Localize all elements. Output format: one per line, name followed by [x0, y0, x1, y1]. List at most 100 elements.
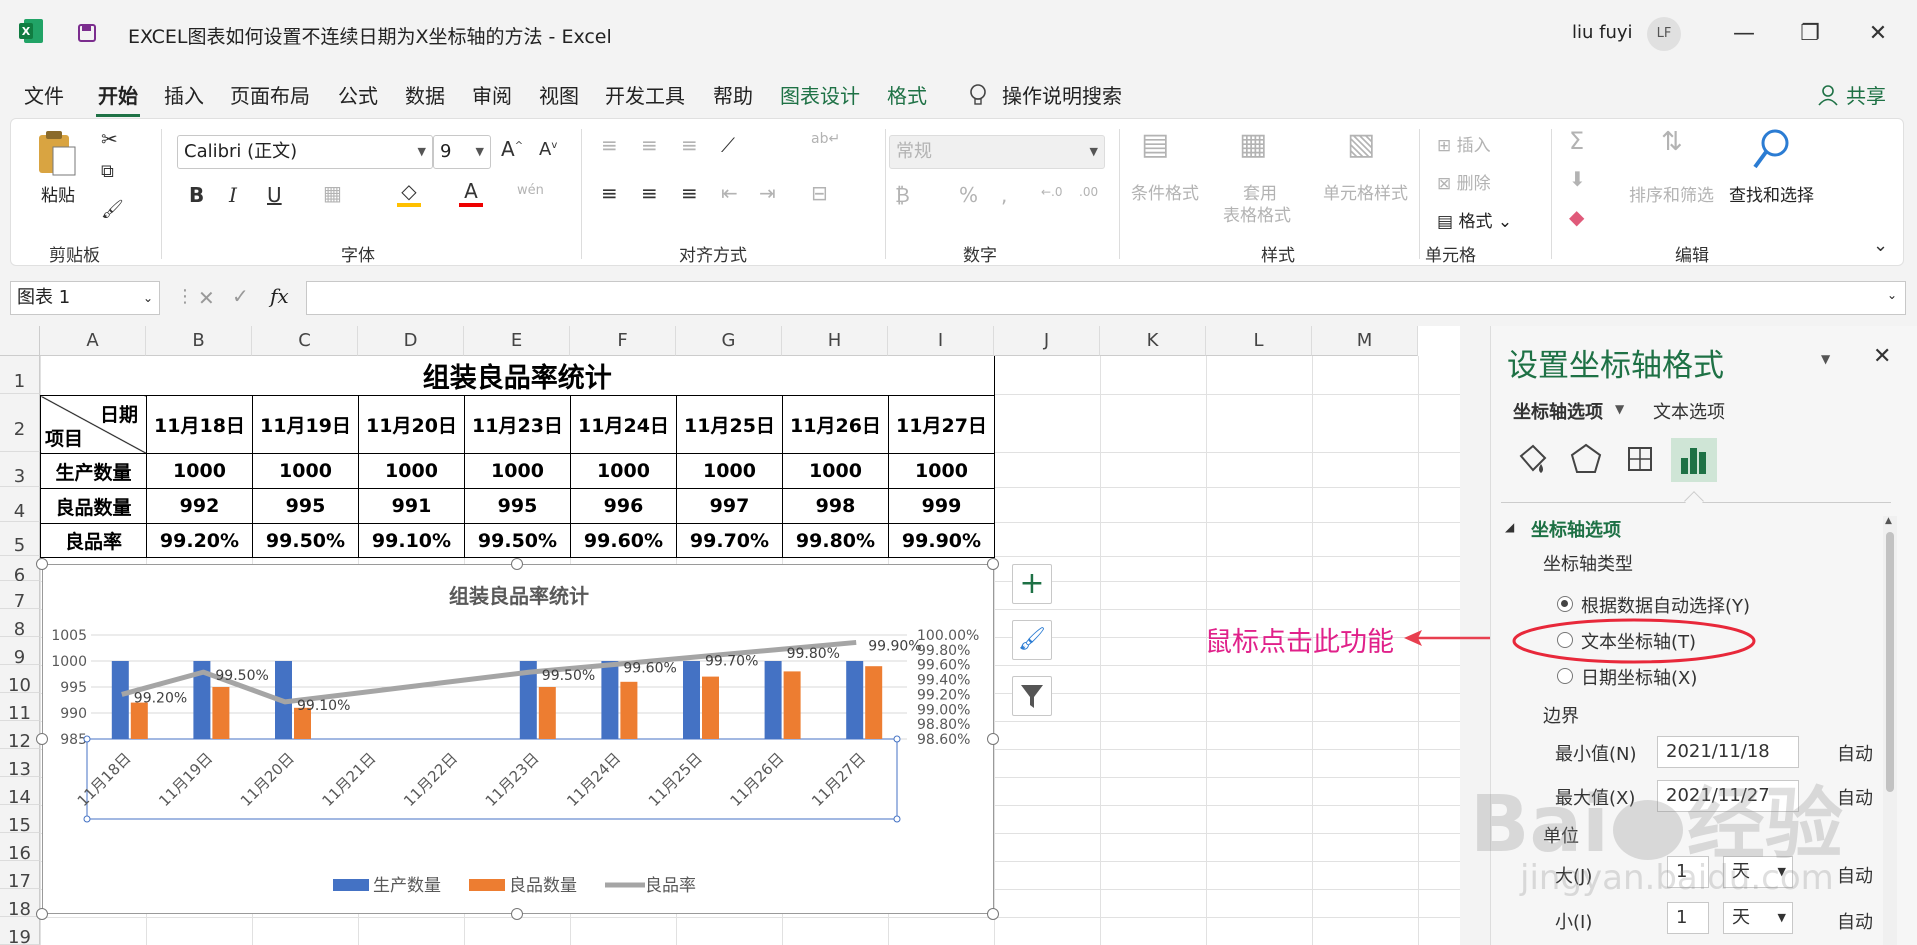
conditional-format-button[interactable]: 条件格式	[1131, 179, 1199, 204]
select-all-corner[interactable]	[0, 326, 40, 356]
share-icon[interactable]	[1817, 84, 1839, 106]
increase-indent-icon[interactable]: ⇥	[759, 181, 776, 205]
column-header[interactable]: H	[782, 326, 888, 356]
format-as-table-icon[interactable]: ▦	[1239, 127, 1267, 162]
font-color-icon[interactable]: A	[459, 179, 483, 207]
resize-handle[interactable]	[987, 908, 999, 920]
sort-filter-button[interactable]: 排序和筛选	[1629, 181, 1714, 206]
find-select-button[interactable]: 查找和选择	[1729, 181, 1814, 206]
date-header-cell[interactable]: 11月23日	[464, 395, 571, 454]
minimize-icon[interactable]: —	[1724, 16, 1764, 52]
fill-color-icon[interactable]: ◇	[397, 179, 421, 207]
number-format-select[interactable]: 常规 ▼	[889, 135, 1105, 169]
table-cell[interactable]: 99.20%	[146, 523, 253, 558]
row-header[interactable]: 14	[0, 777, 40, 808]
date-header-cell[interactable]: 11月26日	[782, 395, 889, 454]
radio-label-date-axis[interactable]: 日期坐标轴(X)	[1581, 664, 1697, 690]
find-select-icon[interactable]	[1751, 127, 1795, 171]
orientation-icon[interactable]: ⟋	[721, 133, 735, 157]
resize-handle[interactable]	[987, 733, 999, 745]
paste-icon[interactable]	[37, 129, 77, 177]
chart-elements-button[interactable]: +	[1012, 564, 1052, 604]
font-name-select[interactable]: Calibri (正文) ▼	[177, 135, 433, 169]
table-cell[interactable]: 997	[676, 488, 783, 524]
max-auto-button[interactable]: 自动	[1837, 784, 1873, 810]
user-name[interactable]: liu fuyi	[1572, 22, 1633, 43]
resize-handle[interactable]	[511, 908, 523, 920]
table-cell[interactable]: 992	[146, 488, 253, 524]
resize-handle[interactable]	[36, 733, 48, 745]
underline-icon[interactable]: U	[267, 183, 282, 207]
tab-data[interactable]: 数据	[405, 80, 445, 109]
row-header[interactable]: 18	[0, 889, 40, 920]
increase-font-icon[interactable]: A^	[501, 137, 523, 161]
date-header-cell[interactable]: 11月27日	[888, 395, 995, 454]
fill-line-icon[interactable]	[1515, 442, 1549, 476]
format-painter-icon[interactable]: 🖌	[101, 199, 124, 220]
row-header[interactable]: 19	[0, 917, 40, 945]
effects-icon[interactable]	[1569, 442, 1603, 476]
row-header[interactable]: 1	[0, 356, 40, 394]
tab-format[interactable]: 格式	[887, 80, 927, 109]
percent-icon[interactable]: %	[959, 183, 978, 207]
major-unit-input[interactable]: 1	[1667, 856, 1709, 888]
date-header-cell[interactable]: 11月18日	[146, 395, 253, 454]
resize-handle[interactable]	[36, 908, 48, 920]
max-value-input[interactable]: 2021/11/27	[1657, 780, 1799, 812]
min-auto-button[interactable]: 自动	[1837, 740, 1873, 766]
column-header[interactable]: A	[40, 326, 146, 356]
table-cell[interactable]: 1000	[782, 453, 889, 489]
column-header[interactable]: E	[464, 326, 570, 356]
section-axis-options[interactable]: 坐标轴选项	[1531, 516, 1621, 542]
panel-options-icon[interactable]: ▼	[1821, 352, 1830, 366]
formula-input[interactable]: ⌄	[306, 281, 1906, 315]
table-cell[interactable]: 1000	[888, 453, 995, 489]
tab-home[interactable]: 开始	[96, 80, 140, 117]
confirm-formula-icon[interactable]: ✓	[232, 284, 249, 308]
phonetic-icon[interactable]: wén	[517, 183, 544, 198]
tab-help[interactable]: 帮助	[713, 80, 753, 109]
combo-chart[interactable]: 组装良品率统计10051000995990985100.00%99.80%99.…	[43, 565, 995, 915]
column-header[interactable]: M	[1312, 326, 1418, 356]
row-header[interactable]: 13	[0, 749, 40, 780]
align-bottom-icon[interactable]: ≡	[681, 133, 698, 157]
table-cell[interactable]: 99.60%	[570, 523, 677, 558]
decrease-font-icon[interactable]: Av	[539, 139, 557, 160]
resize-handle[interactable]	[36, 558, 48, 570]
currency-icon[interactable]: ₿	[895, 183, 910, 208]
options-dots-icon[interactable]: ⋮	[176, 286, 194, 307]
axis-options-tab-button[interactable]	[1671, 438, 1717, 482]
row-header[interactable]: 7	[0, 581, 40, 612]
collapse-ribbon-icon[interactable]: ⌄	[1873, 235, 1888, 256]
column-header[interactable]: J	[994, 326, 1100, 356]
date-header-cell[interactable]: 11月20日	[358, 395, 465, 454]
table-cell[interactable]: 99.70%	[676, 523, 783, 558]
bold-icon[interactable]: B	[189, 183, 204, 207]
table-cell[interactable]: 995	[464, 488, 571, 524]
italic-icon[interactable]: I	[229, 183, 237, 207]
avatar[interactable]: LF	[1647, 17, 1681, 51]
align-top-icon[interactable]: ≡	[601, 133, 618, 157]
column-header[interactable]: F	[570, 326, 676, 356]
delete-cells-button[interactable]: ⊠ 删除	[1437, 169, 1491, 194]
format-cells-button[interactable]: ▤ 格式 ⌄	[1437, 207, 1512, 232]
paste-button[interactable]: 粘贴	[41, 181, 75, 206]
tab-developer[interactable]: 开发工具	[605, 80, 685, 109]
row-label-cell[interactable]: 良品数量	[40, 488, 147, 524]
table-cell[interactable]: 99.90%	[888, 523, 995, 558]
column-header[interactable]: I	[888, 326, 994, 356]
tab-page-layout[interactable]: 页面布局	[230, 80, 310, 109]
table-title[interactable]: 组装良品率统计	[40, 356, 995, 396]
date-header-cell[interactable]: 11月25日	[676, 395, 783, 454]
chevron-down-icon[interactable]: ▼	[1615, 402, 1624, 416]
align-left-icon[interactable]: ≡	[601, 181, 618, 205]
collapse-section-icon[interactable]: ◢	[1505, 520, 1514, 534]
row-header[interactable]: 6	[0, 556, 40, 586]
row-header[interactable]: 11	[0, 693, 40, 724]
table-cell[interactable]: 99.50%	[464, 523, 571, 558]
decrease-decimal-icon[interactable]: .00	[1079, 185, 1098, 199]
panel-scrollbar[interactable]: ▲	[1883, 516, 1897, 945]
share-button[interactable]: 共享	[1846, 80, 1886, 109]
table-cell[interactable]: 1000	[252, 453, 359, 489]
panel-scroll-up-icon[interactable]: ▲	[1885, 516, 1892, 526]
